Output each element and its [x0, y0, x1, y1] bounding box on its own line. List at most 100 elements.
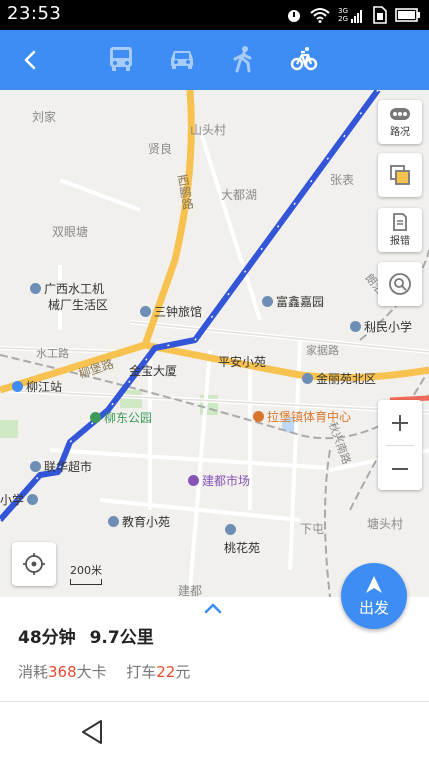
- minus-icon: [392, 467, 408, 470]
- map-label: 张表: [330, 173, 355, 187]
- start-navigation-button[interactable]: 出发: [341, 563, 407, 629]
- place-pin-icon: [262, 296, 273, 307]
- tab-bus[interactable]: [106, 42, 136, 76]
- poi-label: 三钟旅馆: [140, 303, 202, 320]
- navigation-arrow-icon: [366, 575, 382, 593]
- map-label: 下屯: [300, 522, 325, 536]
- traffic-icon: [390, 107, 410, 120]
- map-label: 刘家: [32, 110, 57, 124]
- transport-mode-tabs: [106, 42, 319, 76]
- poi-label: 广西水工机: [30, 280, 104, 297]
- crosshair-icon: [23, 553, 45, 575]
- poi-label: 柳江站: [12, 378, 62, 395]
- route-mode-bar: [0, 30, 429, 90]
- taxi-value: 22: [156, 663, 176, 681]
- locate-button[interactable]: [12, 542, 56, 586]
- tab-bike[interactable]: [289, 42, 319, 76]
- traffic-button[interactable]: 路况: [378, 100, 422, 144]
- wifi-icon: [310, 8, 330, 23]
- poi-label: 桃花苑: [224, 541, 261, 555]
- map-label: 塘头村: [367, 517, 404, 531]
- poi-label: 械厂生活区: [48, 298, 109, 312]
- bus-icon: [110, 47, 132, 71]
- layers-button[interactable]: [378, 153, 422, 197]
- map-label: 双眼塘: [52, 225, 89, 239]
- traffic-label: 路况: [390, 126, 410, 138]
- school-icon: [350, 321, 361, 332]
- calorie-unit: 大卡: [76, 663, 107, 681]
- network-bottom-label: 2G: [338, 15, 348, 23]
- status-bar: 23:53 3G 2G: [0, 0, 429, 30]
- search-around-icon: [389, 273, 411, 295]
- poi-label: 利民小学: [350, 318, 412, 335]
- shop-icon: [30, 461, 41, 472]
- route-distance: 9.7公里: [89, 628, 154, 648]
- report-icon: [393, 213, 407, 231]
- scale-label: 200米: [70, 564, 102, 577]
- sim-icon: [373, 6, 387, 24]
- taxi-prefix: 打车: [126, 663, 157, 681]
- poi-label: [225, 523, 239, 537]
- chevron-up-icon[interactable]: [203, 602, 223, 614]
- calorie-value: 368: [48, 663, 77, 681]
- map-view[interactable]: 刘家 山头村 贤良 大都湖 张表 双眼塘 西鹏路 广西水工机 械厂生活区 三钟旅…: [0, 90, 429, 597]
- place-pin-icon: [302, 373, 313, 384]
- network-top-label: 3G: [338, 7, 348, 15]
- taxi-unit: 元: [175, 663, 191, 681]
- plus-icon: [392, 414, 408, 431]
- place-pin-icon: [30, 283, 41, 294]
- system-back-icon[interactable]: [79, 718, 105, 746]
- map-label: 大都湖: [221, 188, 258, 202]
- route-detail: 消耗368大卡 打车22元: [18, 661, 190, 682]
- route-duration: 48分钟: [18, 628, 76, 648]
- zoom-out-button[interactable]: [378, 446, 422, 491]
- tab-walk[interactable]: [228, 42, 258, 76]
- poi-label: 教育小苑: [108, 513, 170, 530]
- report-error-button[interactable]: 报错: [378, 208, 422, 252]
- road-label: 水工路: [36, 348, 69, 360]
- car-icon: [171, 51, 193, 69]
- poi-label: 联华超市: [30, 458, 92, 475]
- market-icon: [188, 475, 199, 486]
- start-label: 出发: [358, 598, 389, 617]
- map-label: 贤良: [148, 142, 173, 156]
- poi-label: 金宝大厦: [129, 364, 178, 378]
- place-pin-icon: [225, 524, 236, 535]
- signal-icon: 3G 2G: [338, 7, 365, 23]
- map-base: [0, 90, 429, 597]
- station-icon: [12, 381, 23, 392]
- route-summary: 48分钟 9.7公里: [18, 623, 162, 648]
- park-icon: [90, 412, 101, 423]
- map-label: 山头村: [190, 123, 227, 137]
- walk-icon: [233, 46, 252, 73]
- poi-label: 金丽苑北区: [302, 370, 376, 387]
- sports-icon: [253, 411, 264, 422]
- zoom-in-button[interactable]: [378, 400, 422, 445]
- map-label: 建都: [178, 584, 203, 597]
- alarm-icon: [288, 10, 301, 22]
- chevron-left-icon: [24, 50, 36, 70]
- battery-icon: [395, 8, 420, 22]
- hotel-icon: [140, 306, 151, 317]
- bike-icon: [290, 47, 318, 71]
- calorie-prefix: 消耗: [18, 663, 49, 681]
- status-icons: 3G 2G: [286, 4, 421, 26]
- scale-bar: 200米: [70, 562, 102, 585]
- poi-label: 小学: [0, 491, 41, 508]
- back-button[interactable]: [16, 44, 46, 76]
- tab-car[interactable]: [167, 42, 197, 76]
- school-icon: [27, 494, 39, 505]
- layers-icon: [390, 165, 410, 185]
- status-time: 23:53: [7, 3, 62, 24]
- system-navigation-bar: [0, 702, 429, 761]
- search-around-button[interactable]: [378, 262, 422, 306]
- place-pin-icon: [108, 516, 119, 527]
- report-label: 报错: [390, 236, 410, 247]
- scale-line: [70, 579, 102, 585]
- poi-label: 柳东公园: [90, 409, 152, 426]
- poi-label: 平安小苑: [218, 355, 267, 369]
- zoom-control: [378, 400, 422, 490]
- poi-label: 富鑫嘉园: [262, 293, 324, 310]
- poi-label: 建都市场: [188, 472, 250, 489]
- road-label: 家据路: [306, 345, 339, 357]
